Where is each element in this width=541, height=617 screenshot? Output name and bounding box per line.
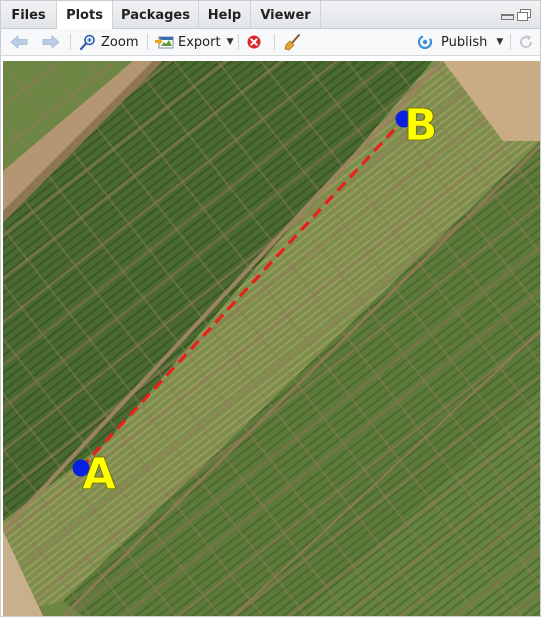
export-button[interactable]: Export ▼ (155, 29, 233, 55)
toolbar-separator (147, 34, 148, 50)
tab-plots[interactable]: Plots (57, 1, 113, 29)
remove-plot-icon (247, 35, 261, 49)
chevron-down-icon: ▼ (496, 37, 504, 47)
aerial-field-image: A B (3, 61, 540, 616)
remove-plot-button[interactable] (246, 29, 262, 55)
publish-button[interactable]: Publish ▼ (415, 29, 503, 55)
back-button[interactable] (9, 29, 29, 55)
toolbar-separator (274, 34, 275, 50)
refresh-button[interactable] (518, 29, 534, 55)
publish-icon (417, 34, 433, 50)
clear-broom-icon (284, 34, 300, 51)
toolbar-separator (70, 34, 71, 50)
tab-bar: Files Plots Packages Help Viewer (1, 1, 540, 29)
tab-packages[interactable]: Packages (113, 1, 199, 28)
forward-button[interactable] (41, 29, 61, 55)
clear-all-plots-button[interactable] (284, 29, 302, 55)
refresh-icon (520, 35, 533, 48)
plots-pane: Files Plots Packages Help Viewer Zoom Ex… (0, 0, 541, 617)
tab-viewer[interactable]: Viewer (251, 1, 321, 28)
plot-canvas: A B (3, 61, 540, 616)
maximize-icon[interactable] (517, 9, 531, 21)
toolbar-separator (238, 34, 239, 50)
plots-toolbar: Zoom Export ▼ Publish ▼ (1, 29, 540, 56)
point-a-label: A (82, 449, 116, 500)
point-b-label: B (404, 100, 438, 151)
back-arrow-icon (10, 35, 28, 49)
export-icon (155, 36, 174, 49)
export-label: Export (178, 34, 221, 50)
chevron-down-icon: ▼ (226, 37, 234, 47)
zoom-button[interactable]: Zoom (79, 29, 138, 55)
minimize-icon[interactable] (501, 14, 514, 20)
tab-files[interactable]: Files (1, 1, 57, 28)
toolbar-separator (510, 34, 511, 50)
forward-arrow-icon (42, 35, 60, 49)
zoom-icon (79, 34, 95, 51)
zoom-label: Zoom (101, 34, 139, 50)
tab-help[interactable]: Help (199, 1, 251, 28)
publish-label: Publish (441, 34, 488, 50)
